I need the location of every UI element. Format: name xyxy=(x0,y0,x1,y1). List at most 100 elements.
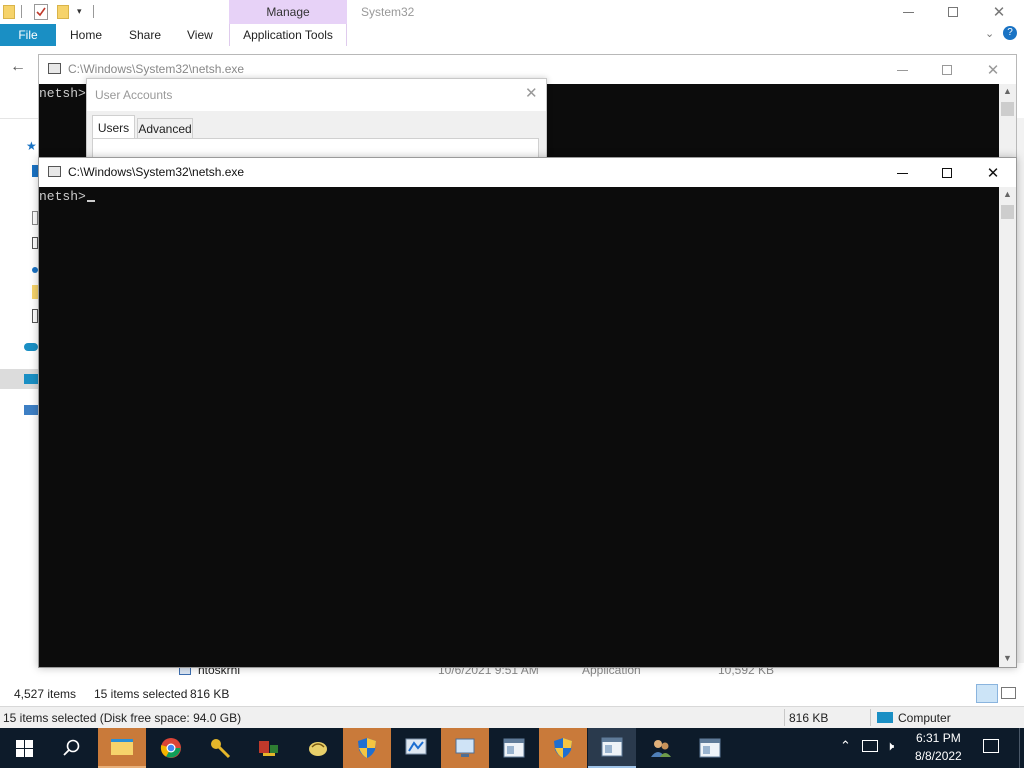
taskbar-chrome[interactable] xyxy=(147,728,195,768)
volume-icon[interactable]: 🕨 xyxy=(886,738,894,754)
status-size: 816 KB xyxy=(789,711,829,725)
scroll-up-icon[interactable]: ▲ xyxy=(1003,189,1012,199)
taskbar-app-hand[interactable] xyxy=(294,728,342,768)
taskbar-console-1[interactable] xyxy=(490,728,538,768)
taskbar-uac-shield-2[interactable] xyxy=(539,728,587,768)
console-front-title: C:\Windows\System32\netsh.exe xyxy=(68,165,245,179)
network-app-icon xyxy=(259,741,278,756)
explorer-scrollbar[interactable] xyxy=(1016,118,1024,663)
network-status-icon[interactable] xyxy=(862,740,878,752)
minimize-icon xyxy=(902,11,914,13)
maximize-icon xyxy=(942,65,952,75)
restore-button[interactable] xyxy=(930,0,976,27)
console-front-scrollbar[interactable]: ▲ ▼ xyxy=(999,187,1016,667)
close-icon: ✕ xyxy=(986,165,1000,182)
shield-icon xyxy=(358,738,376,758)
taskbar-console-2[interactable] xyxy=(686,728,734,768)
tab-advanced[interactable]: Advanced xyxy=(137,118,193,139)
taskbar-uac-shield-1[interactable] xyxy=(343,728,391,768)
tab-share[interactable]: Share xyxy=(129,28,161,42)
computer-icon xyxy=(24,374,38,384)
console-front-body[interactable]: netsh> xyxy=(39,187,999,667)
minimize-button[interactable] xyxy=(879,158,925,188)
new-folder-icon[interactable] xyxy=(57,5,69,19)
ribbon-expand-icon[interactable]: ⌄ xyxy=(985,27,994,40)
tab-panel xyxy=(92,138,539,159)
onedrive-icon[interactable] xyxy=(24,343,38,351)
maximize-button[interactable] xyxy=(924,158,970,188)
tab-view[interactable]: View xyxy=(187,28,213,42)
help-icon[interactable]: ? xyxy=(1003,26,1017,40)
taskbar-app-monitor[interactable] xyxy=(441,728,489,768)
close-button[interactable]: ✕ xyxy=(970,55,1016,85)
taskbar-app-red[interactable] xyxy=(245,728,293,768)
divider xyxy=(870,709,871,726)
console-window-icon xyxy=(601,737,623,757)
console-front-titlebar[interactable]: C:\Windows\System32\netsh.exe ✕ xyxy=(39,158,1016,187)
notifications-icon[interactable] xyxy=(983,739,999,753)
item-count: 4,527 items xyxy=(14,687,77,701)
console-window-front[interactable]: C:\Windows\System32\netsh.exe ✕ netsh> ▲… xyxy=(38,157,1017,668)
details-view-icon[interactable] xyxy=(976,684,998,703)
shield-icon xyxy=(554,738,572,758)
console-icon xyxy=(48,166,61,177)
console-window-icon xyxy=(503,738,525,758)
network-icon[interactable] xyxy=(24,405,38,415)
search-button[interactable] xyxy=(48,728,96,768)
window-title: System32 xyxy=(361,5,415,19)
scroll-down-icon[interactable]: ▼ xyxy=(1003,653,1012,663)
close-icon[interactable]: ✕ xyxy=(525,84,538,102)
user-accounts-dialog[interactable]: User Accounts ✕ Users Advanced xyxy=(86,78,547,159)
explorer-titlebar: ▾ Manage System32 ✕ xyxy=(0,0,1024,24)
show-desktop-button[interactable] xyxy=(1019,728,1024,768)
ribbon-tabs: File Home Share View Application Tools ⌄… xyxy=(0,24,1024,46)
sharing-hand-icon xyxy=(309,742,327,756)
minimize-button[interactable] xyxy=(885,0,931,27)
taskbar-key-tool[interactable] xyxy=(196,728,244,768)
close-button[interactable]: ✕ xyxy=(976,0,1022,27)
scroll-thumb[interactable] xyxy=(1001,205,1014,219)
clock-time[interactable]: 6:31 PM xyxy=(916,731,961,745)
explorer-status-bar: 4,527 items 15 items selected 816 KB xyxy=(0,682,1024,706)
tab-advanced-label: Advanced xyxy=(138,122,192,136)
status-location: Computer xyxy=(898,711,951,725)
divider xyxy=(784,709,785,726)
properties-icon[interactable] xyxy=(34,4,48,20)
manage-context-tab[interactable]: Manage xyxy=(229,0,347,24)
chrome-icon xyxy=(160,738,181,758)
tab-application-tools[interactable]: Application Tools xyxy=(229,24,347,46)
tab-application-tools-label: Application Tools xyxy=(243,28,333,42)
console-front-prompt: netsh> xyxy=(39,189,86,204)
scroll-thumb[interactable] xyxy=(1001,102,1014,116)
large-icons-view-icon[interactable] xyxy=(1001,687,1016,699)
clock-date[interactable]: 8/8/2022 xyxy=(915,749,962,763)
tab-users[interactable]: Users xyxy=(92,115,135,139)
tab-home[interactable]: Home xyxy=(70,28,102,42)
minimize-icon xyxy=(896,69,908,71)
taskbar-app-chart[interactable] xyxy=(392,728,440,768)
divider xyxy=(21,5,22,18)
manage-label: Manage xyxy=(266,5,310,19)
navigation-pane: ★ xyxy=(0,118,38,663)
computer-icon xyxy=(877,712,893,723)
minimize-button[interactable] xyxy=(879,55,925,85)
scroll-up-icon[interactable]: ▲ xyxy=(1003,86,1012,96)
show-hidden-icons-icon[interactable]: ⌃ xyxy=(840,738,851,754)
customize-dropdown-icon[interactable]: ▾ xyxy=(77,6,82,17)
minimize-icon xyxy=(896,172,908,174)
close-button[interactable]: ✕ xyxy=(970,158,1016,188)
taskbar-user-accounts[interactable] xyxy=(637,728,685,768)
console-back-scrollbar[interactable]: ▲ xyxy=(999,84,1016,158)
taskbar-file-explorer[interactable] xyxy=(98,728,146,768)
taskbar-console-active[interactable] xyxy=(588,728,636,768)
file-explorer-icon xyxy=(111,739,133,755)
maximize-button[interactable] xyxy=(924,55,970,85)
computer-management-icon xyxy=(455,738,475,757)
tab-file[interactable]: File xyxy=(0,24,56,46)
selected-count: 15 items selected xyxy=(94,687,188,701)
back-arrow-icon[interactable]: ← xyxy=(10,58,26,76)
start-button[interactable] xyxy=(0,728,48,768)
windows-icon xyxy=(15,739,33,757)
this-pc-item[interactable] xyxy=(0,369,38,389)
quick-access-star-icon[interactable]: ★ xyxy=(26,139,37,153)
